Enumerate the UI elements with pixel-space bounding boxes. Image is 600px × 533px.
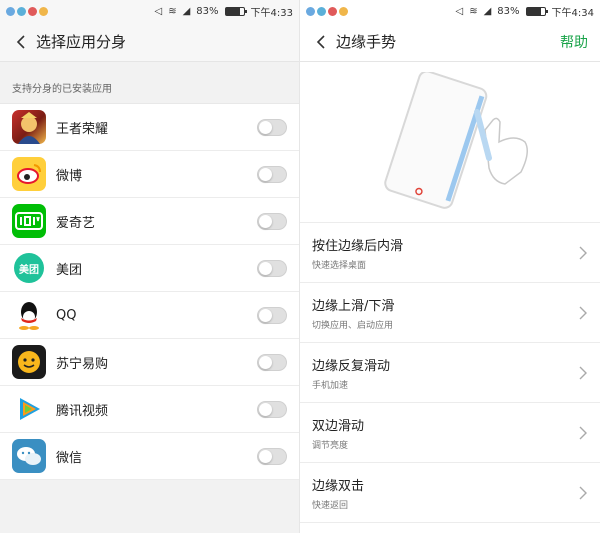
clone-toggle[interactable] xyxy=(257,118,287,136)
page-title: 选择应用分身 xyxy=(36,33,127,51)
gesture-title: 按住边缘后内滑 xyxy=(312,238,404,254)
battery-icon xyxy=(525,6,548,16)
weibo-icon xyxy=(12,157,46,191)
app-name: QQ xyxy=(56,307,77,323)
gesture-title: 边缘反复滑动 xyxy=(312,358,391,374)
notification-icon xyxy=(306,6,315,16)
gesture-title: 双边滑动 xyxy=(312,418,365,434)
clock: 下午4:33 xyxy=(250,7,293,19)
app-name: 苏宁易购 xyxy=(56,356,109,372)
chevron-right-icon xyxy=(579,246,587,259)
app-name: 王者荣耀 xyxy=(56,121,109,137)
clone-toggle[interactable] xyxy=(257,165,287,183)
wifi-icon: ≋ xyxy=(469,5,478,17)
gesture-subtitle: 调节亮度 xyxy=(312,440,349,451)
page-title: 边缘手势 xyxy=(336,33,397,51)
notification-icon xyxy=(17,6,26,16)
notification-icon xyxy=(339,6,348,16)
battery-percent: 83% xyxy=(196,5,219,17)
back-button[interactable] xyxy=(312,33,330,51)
gesture-row[interactable]: 边缘反复滑动 手机加速 xyxy=(300,343,600,403)
help-button[interactable]: 帮助 xyxy=(560,32,588,52)
gesture-list: 按住边缘后内滑 快速选择桌面 边缘上滑/下滑 切换应用、启动应用 边缘反复滑动 … xyxy=(300,223,600,523)
signal-icon: ◢ xyxy=(483,5,492,17)
clone-toggle[interactable] xyxy=(257,447,287,465)
tencent-video-icon xyxy=(12,392,46,426)
suning-icon xyxy=(12,345,46,379)
notification-icons xyxy=(306,6,348,16)
app-name: 微博 xyxy=(56,168,83,184)
back-button[interactable] xyxy=(12,33,30,51)
clone-toggle[interactable] xyxy=(257,259,287,277)
gesture-subtitle: 快速选择桌面 xyxy=(312,260,367,271)
app-row[interactable]: 腾讯视频 xyxy=(0,386,299,433)
mute-icon: ◁ xyxy=(455,5,464,17)
honor-of-kings-icon xyxy=(12,110,46,144)
clone-toggle[interactable] xyxy=(257,306,287,324)
chevron-right-icon xyxy=(579,486,587,499)
app-row[interactable]: 苏宁易购 xyxy=(0,339,299,386)
app-row[interactable]: QQ xyxy=(0,292,299,339)
right-screen: ◁ ≋ ◢ 83% 下午4:34 边缘手势 帮助 按住边缘后内滑 快速选择桌面 … xyxy=(299,0,600,533)
clone-toggle[interactable] xyxy=(257,353,287,371)
app-name: 微信 xyxy=(56,450,83,466)
notification-icon xyxy=(317,6,326,16)
app-row[interactable]: 美团 美团 xyxy=(0,245,299,292)
phone-hand-illustration-icon xyxy=(384,72,528,209)
clock: 下午4:34 xyxy=(551,7,594,19)
notification-icon xyxy=(328,6,337,16)
notification-icons xyxy=(6,6,48,16)
left-screen: ◁ ≋ ◢ 83% 下午4:33 选择应用分身 支持分身的已安装应用 王者荣耀 xyxy=(0,0,299,533)
chevron-right-icon xyxy=(579,366,587,379)
notification-icon xyxy=(6,6,15,16)
gesture-title: 边缘上滑/下滑 xyxy=(312,298,395,314)
app-row[interactable]: 王者荣耀 xyxy=(0,104,299,151)
gesture-row[interactable]: 边缘双击 快速返回 xyxy=(300,463,600,523)
gesture-title: 边缘双击 xyxy=(312,478,365,494)
chevron-right-icon xyxy=(579,426,587,439)
chevron-left-icon xyxy=(16,34,25,49)
battery-icon xyxy=(224,6,247,16)
iqiyi-icon xyxy=(12,204,46,238)
notification-icon xyxy=(39,6,48,16)
gesture-row[interactable]: 按住边缘后内滑 快速选择桌面 xyxy=(300,223,600,283)
gesture-row[interactable]: 双边滑动 调节亮度 xyxy=(300,403,600,463)
top-bar: 选择应用分身 xyxy=(0,22,299,62)
app-row[interactable]: 微博 xyxy=(0,151,299,198)
clone-toggle[interactable] xyxy=(257,400,287,418)
chevron-left-icon xyxy=(316,34,325,49)
chevron-right-icon xyxy=(579,306,587,319)
app-name: 腾讯视频 xyxy=(56,403,109,419)
notification-icon xyxy=(28,6,37,16)
status-bar: ◁ ≋ ◢ 83% 下午4:33 xyxy=(0,0,299,22)
meituan-icon: 美团 xyxy=(12,251,46,285)
signal-icon: ◢ xyxy=(182,5,191,17)
qq-icon xyxy=(12,298,46,332)
app-name: 美团 xyxy=(56,262,83,278)
wechat-icon xyxy=(12,439,46,473)
clone-toggle[interactable] xyxy=(257,212,287,230)
status-bar: ◁ ≋ ◢ 83% 下午4:34 xyxy=(300,0,600,22)
app-list: 王者荣耀 微博 爱奇艺 美团 美团 QQ 苏宁易购 腾讯视频 微信 xyxy=(0,103,299,480)
gesture-subtitle: 切换应用、启动应用 xyxy=(312,320,394,331)
mute-icon: ◁ xyxy=(154,5,163,17)
app-row[interactable]: 微信 xyxy=(0,433,299,480)
edge-gesture-illustration xyxy=(300,62,600,223)
gesture-subtitle: 快速返回 xyxy=(312,500,349,511)
section-label: 支持分身的已安装应用 xyxy=(12,84,112,95)
wifi-icon: ≋ xyxy=(168,5,177,17)
battery-percent: 83% xyxy=(497,5,520,17)
gesture-subtitle: 手机加速 xyxy=(312,380,349,391)
top-bar: 边缘手势 帮助 xyxy=(300,22,600,62)
app-name: 爱奇艺 xyxy=(56,215,96,231)
app-row[interactable]: 爱奇艺 xyxy=(0,198,299,245)
gesture-row[interactable]: 边缘上滑/下滑 切换应用、启动应用 xyxy=(300,283,600,343)
